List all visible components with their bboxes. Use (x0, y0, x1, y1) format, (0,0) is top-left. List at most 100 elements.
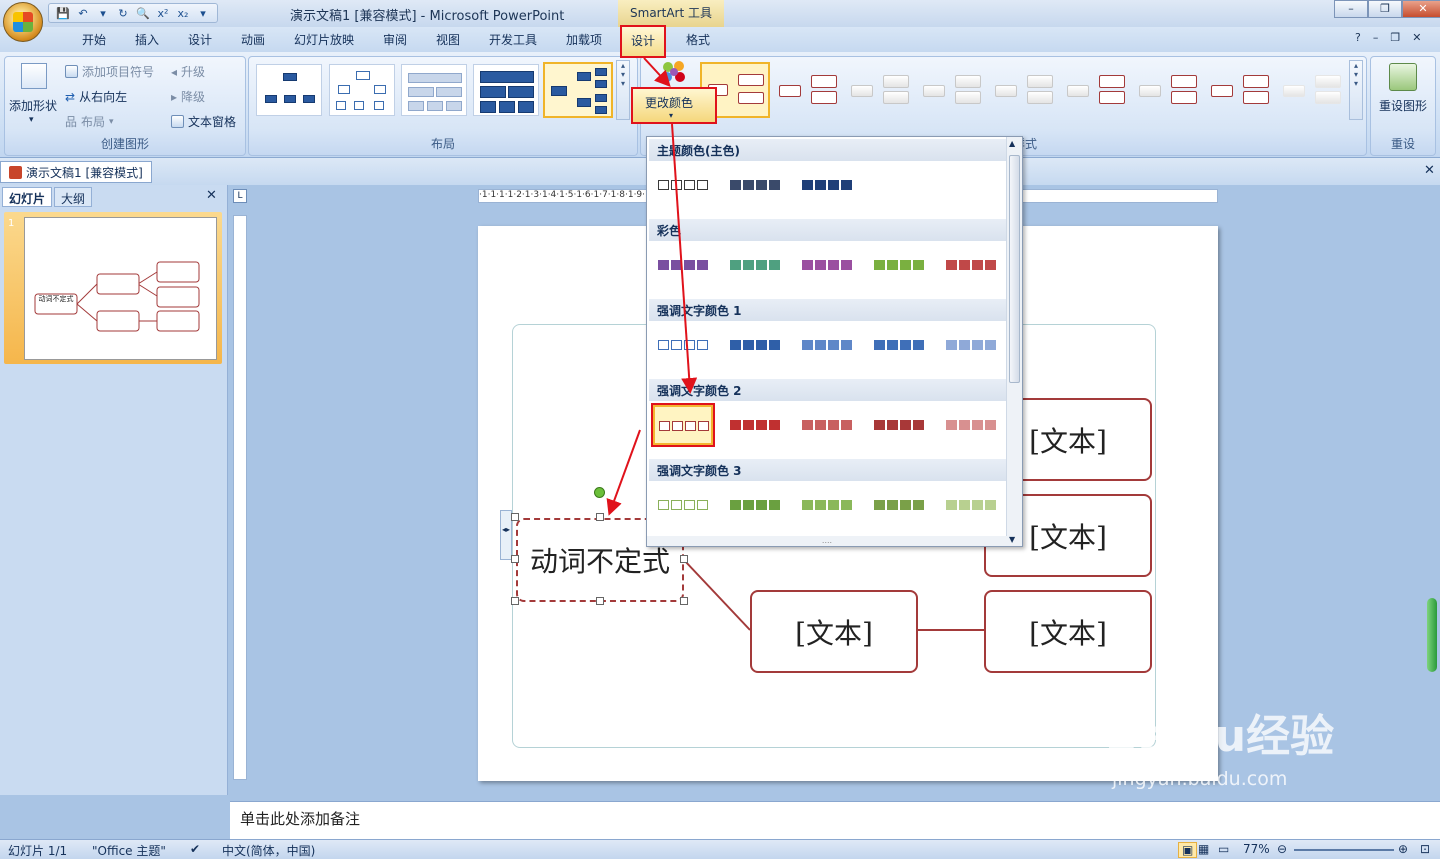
swatch-box (802, 180, 813, 190)
swatch-box (874, 260, 885, 270)
swatch-box (685, 421, 696, 431)
change-colors-button[interactable]: 更改颜色 ▾ (631, 58, 717, 124)
change-colors-label: 更改颜色 (645, 96, 694, 110)
swatch-box (769, 340, 780, 350)
color-option-accent3-1[interactable] (651, 483, 715, 527)
swatch-box (743, 180, 754, 190)
color-swatch (730, 499, 782, 511)
color-option-accent3-2[interactable] (723, 483, 787, 527)
smartart-node-level1-b[interactable]: [文本] (750, 590, 918, 673)
swatch-box (756, 260, 767, 270)
swatch-box (913, 340, 924, 350)
resize-handle-e[interactable] (680, 555, 688, 563)
swatch-box (802, 340, 813, 350)
swatch-box (985, 500, 996, 510)
resize-handle-sw[interactable] (511, 597, 519, 605)
resize-handle-n[interactable] (596, 513, 604, 521)
color-option-colorful-4[interactable] (867, 243, 931, 287)
color-swatch (730, 339, 782, 351)
color-swatch (730, 259, 782, 271)
color-option-colorful-3[interactable] (795, 243, 859, 287)
swatch-box (658, 340, 669, 350)
color-option-accent1-5[interactable] (939, 323, 1003, 367)
swatch-box (841, 180, 852, 190)
scrollbar-thumb[interactable] (1009, 155, 1020, 383)
color-option-theme-2[interactable] (723, 163, 787, 207)
swatch-box (684, 340, 695, 350)
color-option-colorful-2[interactable] (723, 243, 787, 287)
swatch-box (769, 500, 780, 510)
swatch-box (815, 180, 826, 190)
swatch-box (972, 260, 983, 270)
swatch-box (913, 420, 924, 430)
swatch-box (756, 340, 767, 350)
smartart-node-level2-c[interactable]: [文本] (984, 590, 1152, 673)
scroll-up-icon[interactable]: ▲ (1009, 139, 1015, 148)
color-option-accent3-4[interactable] (867, 483, 931, 527)
swatch-box (671, 340, 682, 350)
color-option-accent1-4[interactable] (867, 323, 931, 367)
swatch-box (815, 260, 826, 270)
swatch-box (972, 500, 983, 510)
scroll-down-icon[interactable]: ▼ (1009, 535, 1015, 544)
resize-handle-nw[interactable] (511, 513, 519, 521)
color-option-accent2-5[interactable] (939, 403, 1003, 447)
swatch-box (828, 340, 839, 350)
swatch-box (684, 180, 695, 190)
change-colors-dropdown-icon: ▾ (669, 111, 674, 120)
swatch-box (828, 420, 839, 430)
color-swatch (946, 339, 998, 351)
swatch-box (959, 260, 970, 270)
swatch-box (658, 260, 669, 270)
swatch-box (815, 340, 826, 350)
swatch-box (769, 260, 780, 270)
resize-handle-se[interactable] (680, 597, 688, 605)
baidu-watermark-url: jingyan.baidu.com (1112, 768, 1288, 790)
color-option-colorful-5[interactable] (939, 243, 1003, 287)
swatch-box (802, 420, 813, 430)
swatch-box (887, 420, 898, 430)
section-colorful: 彩色 (649, 219, 1009, 241)
color-swatch (658, 259, 710, 271)
resize-handle-s[interactable] (596, 597, 604, 605)
color-option-accent3-5[interactable] (939, 483, 1003, 527)
rotation-handle[interactable] (594, 487, 605, 498)
color-option-accent1-1[interactable] (651, 323, 715, 367)
color-option-colorful-1[interactable] (651, 243, 715, 287)
color-option-accent1-3[interactable] (795, 323, 859, 367)
swatch-box (756, 180, 767, 190)
tab-smartart-design[interactable]: 设计 (620, 25, 666, 58)
swatch-box (659, 421, 670, 431)
color-swatch (802, 339, 854, 351)
swatch-box (946, 340, 957, 350)
swatch-box (972, 340, 983, 350)
swatch-box (900, 340, 911, 350)
color-option-accent2-2[interactable] (723, 403, 787, 447)
swatch-box (743, 340, 754, 350)
color-swatch (658, 179, 710, 191)
color-option-theme-1[interactable] (651, 163, 715, 207)
color-option-accent1-2[interactable] (723, 323, 787, 367)
color-swatch (874, 339, 926, 351)
color-swatch (659, 420, 711, 432)
swatch-box (887, 260, 898, 270)
gallery-scrollbar[interactable]: ▲ ▼ (1006, 137, 1022, 546)
office-button[interactable] (3, 2, 43, 42)
swatch-box (959, 420, 970, 430)
resize-handle-w[interactable] (511, 555, 519, 563)
swatch-box (841, 500, 852, 510)
swatch-box (697, 340, 708, 350)
swatch-box (769, 420, 780, 430)
color-option-accent2-3[interactable] (795, 403, 859, 447)
color-option-accent2-4[interactable] (867, 403, 931, 447)
swatch-box (672, 421, 683, 431)
color-option-accent2-1[interactable] (651, 403, 715, 447)
color-option-accent3-3[interactable] (795, 483, 859, 527)
color-swatch (802, 499, 854, 511)
swatch-box (743, 260, 754, 270)
side-scroll-indicator[interactable] (1427, 598, 1437, 672)
color-swatch (658, 499, 710, 511)
gallery-resize-grip[interactable]: .... (647, 536, 1007, 546)
swatch-box (900, 260, 911, 270)
color-option-theme-3[interactable] (795, 163, 859, 207)
